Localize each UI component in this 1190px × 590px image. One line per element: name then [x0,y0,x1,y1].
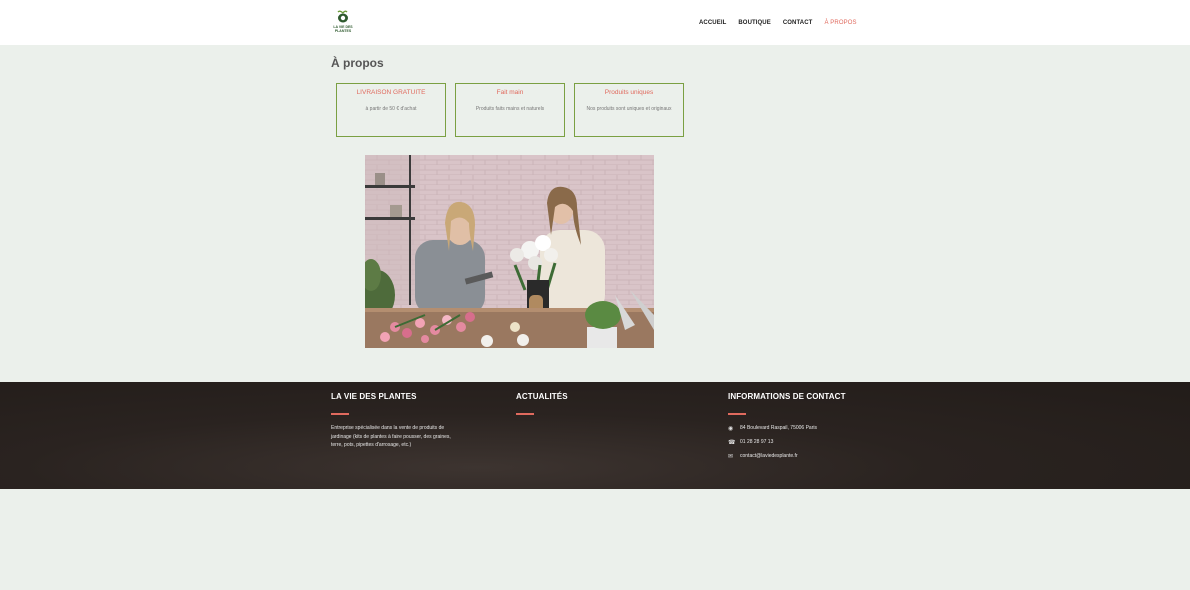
footer-accent-bar [331,413,349,415]
logo-leaf-icon [337,10,348,23]
map-pin-icon: ◉ [728,425,734,432]
feature-unique-products: Produits uniques Nos produits sont uniqu… [574,83,684,137]
feature-desc: Produits faits mains et naturels [475,106,545,112]
footer-email-text[interactable]: contact@laviedesplante.fr [740,453,798,459]
footer-accent-bar [516,413,534,415]
page-title: À propos [331,56,384,70]
footer-phone: ☎ 01 28 28 97 13 [728,435,846,449]
footer-news: ACTUALITÉS [516,392,568,415]
footer-about-heading: LA VIE DES PLANTES [331,392,417,401]
footer-about: LA VIE DES PLANTES Entreprise spécialisé… [331,392,463,450]
footer-contact-heading: INFORMATIONS DE CONTACT [728,392,846,401]
florists-photo [365,155,654,348]
feature-title: Produits uniques [604,89,654,96]
feature-free-delivery: LIVRAISON GRATUITE à partir de 50 € d'ac… [336,83,446,137]
feature-boxes: LIVRAISON GRATUITE à partir de 50 € d'ac… [336,83,684,137]
feature-desc: à partir de 50 € d'achat [365,106,417,112]
footer-phone-text: 01 28 28 97 13 [740,439,774,445]
logo-text-line2: PLANTES [334,29,352,33]
footer-accent-bar [728,413,746,415]
about-photo [365,155,654,348]
nav-a-propos[interactable]: À PROPOS [824,20,856,26]
phone-icon: ☎ [728,439,736,446]
footer-email[interactable]: ✉ contact@laviedesplante.fr [728,449,846,463]
main-nav: ACCUEIL BOUTIQUE CONTACT À PROPOS [699,20,857,26]
feature-title: Fait main [496,89,524,96]
footer-about-text: Entreprise spécialisée dans la vente de … [331,425,451,448]
nav-contact[interactable]: CONTACT [783,20,813,26]
footer-address-text: 84 Boulevard Raspail, 75006 Paris [740,425,817,431]
nav-accueil[interactable]: ACCUEIL [699,20,726,26]
feature-title: LIVRAISON GRATUITE [356,89,426,96]
site-footer: LA VIE DES PLANTES Entreprise spécialisé… [0,382,1190,489]
feature-handmade: Fait main Produits faits mains et nature… [455,83,565,137]
site-logo[interactable]: LA VIE DES PLANTES [331,9,355,37]
footer-contact: INFORMATIONS DE CONTACT ◉ 84 Boulevard R… [728,392,846,463]
site-header: LA VIE DES PLANTES ACCUEIL BOUTIQUE CONT… [0,0,1190,45]
nav-boutique[interactable]: BOUTIQUE [738,20,770,26]
feature-desc: Nos produits sont uniques et originaux [586,106,672,112]
envelope-icon: ✉ [728,453,734,460]
footer-address: ◉ 84 Boulevard Raspail, 75006 Paris [728,421,846,435]
footer-news-heading: ACTUALITÉS [516,392,568,401]
